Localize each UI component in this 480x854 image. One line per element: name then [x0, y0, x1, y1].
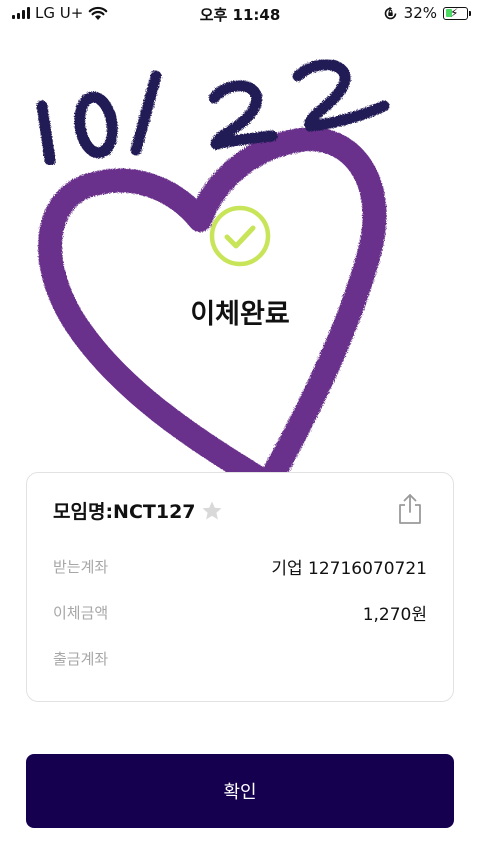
transfer-amount-row: 이체금액 1,270원: [53, 597, 427, 627]
confirm-button[interactable]: 확인: [26, 754, 454, 828]
withdrawal-account-row: 출금계좌: [53, 643, 427, 673]
transfer-complete-title: 이체완료: [190, 299, 290, 330]
transfer-info-card: 모임명:NCT127 받는계좌 기업 12716070721 이체금액 1,27…: [26, 472, 454, 702]
row-label: 출금계좌: [53, 649, 109, 668]
card-header: 모임명:NCT127: [53, 497, 224, 524]
share-icon[interactable]: [397, 493, 423, 525]
row-value: 기업 12716070721: [271, 558, 427, 579]
redaction-scribble: [175, 643, 427, 673]
star-icon[interactable]: [200, 499, 224, 523]
group-name: 모임명:NCT127: [53, 501, 196, 523]
receiving-account-row: 받는계좌 기업 12716070721: [53, 551, 427, 581]
row-value: 1,270원: [362, 604, 427, 625]
check-icon: [209, 205, 271, 267]
row-label: 이체금액: [53, 603, 109, 622]
row-label: 받는계좌: [53, 557, 109, 576]
